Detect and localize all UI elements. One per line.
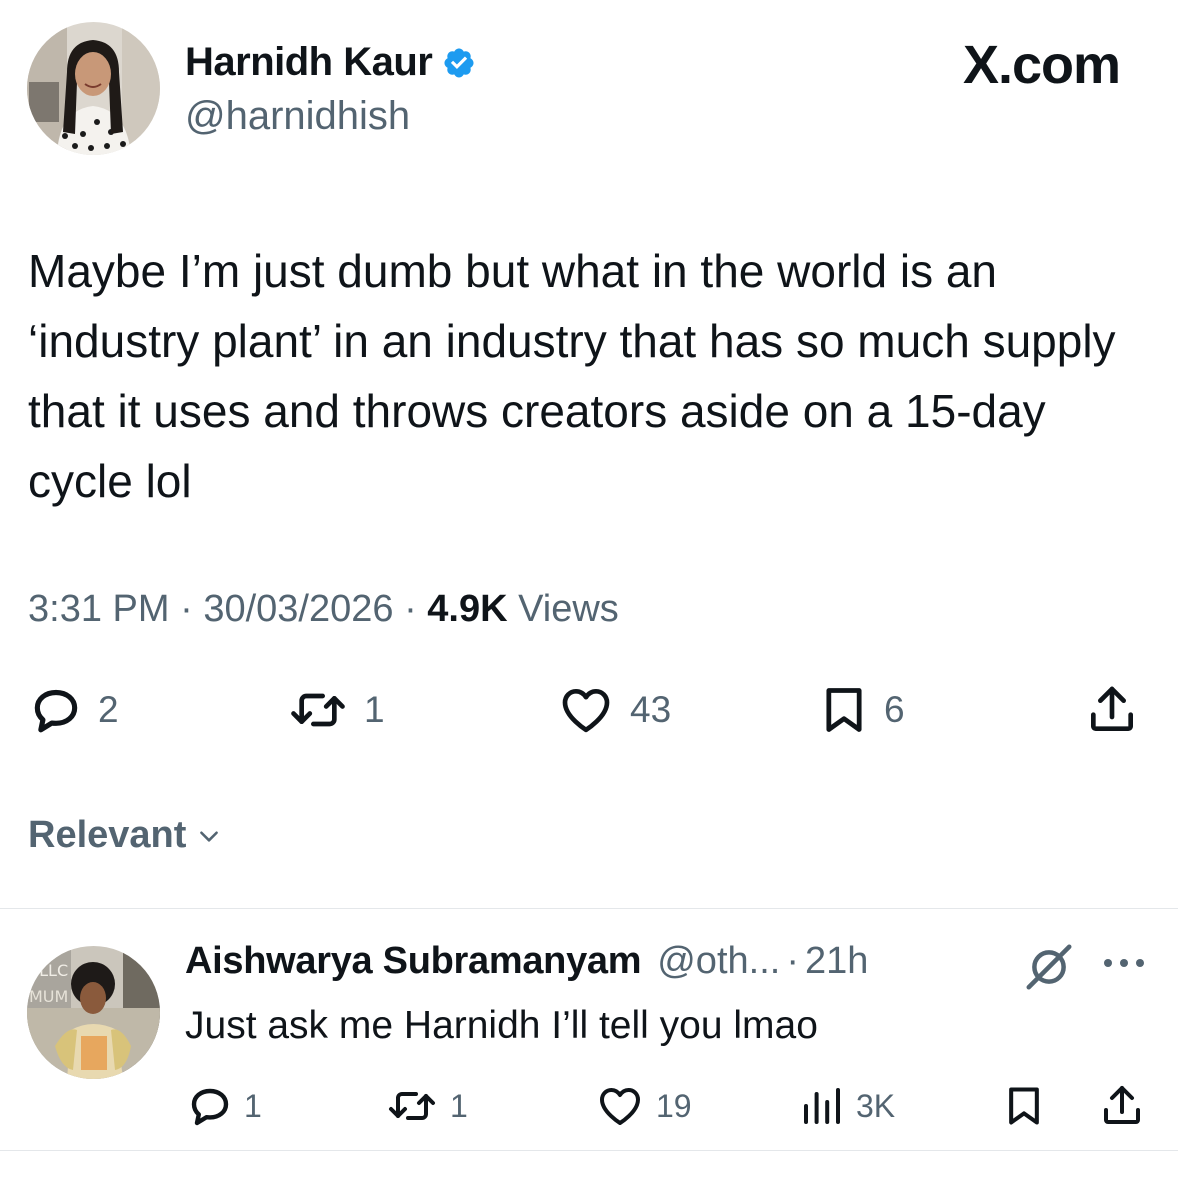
reply-author-avatar[interactable]: ELLC MUM — [27, 946, 160, 1079]
share-button[interactable] — [1084, 682, 1140, 738]
chevron-down-icon — [196, 823, 222, 849]
reply-author-name[interactable]: Aishwarya Subramanyam — [185, 940, 642, 983]
repost-icon — [291, 693, 345, 727]
repost-count: 1 — [364, 689, 385, 730]
brand-watermark: X.com — [962, 35, 1121, 95]
sort-label: Relevant — [28, 814, 187, 856]
heart-icon — [600, 1088, 640, 1125]
meta-separator: · — [404, 588, 417, 630]
author-name[interactable]: Harnidh Kaur — [185, 40, 476, 85]
tweet-text: Maybe I’m just dumb but what in the worl… — [28, 245, 1116, 507]
reply-author-handle[interactable]: @oth... — [657, 940, 780, 983]
bookmark-icon — [826, 688, 862, 732]
reply-text: Just ask me Harnidh I’ll tell you lmao — [185, 1004, 818, 1047]
reply-repost-button[interactable]: 1 — [384, 1082, 468, 1130]
reply-like-count: 19 — [656, 1087, 692, 1124]
bookmark-count: 6 — [884, 689, 905, 730]
like-count: 43 — [630, 689, 672, 730]
reply-views-count: 3K — [856, 1087, 896, 1124]
reply-reply-button[interactable]: 1 — [186, 1082, 262, 1130]
share-icon — [1104, 1086, 1140, 1124]
tweet-date[interactable]: 30/03/2026 — [203, 588, 393, 630]
svg-text:ELLC: ELLC — [29, 961, 68, 980]
repost-button[interactable]: 1 — [286, 682, 385, 738]
tweet-time[interactable]: 3:31 PM — [28, 588, 170, 630]
reply-icon — [34, 689, 78, 733]
bookmark-button[interactable]: 6 — [818, 682, 905, 738]
reply-icon — [191, 1088, 229, 1126]
reply-repost-count: 1 — [450, 1087, 468, 1124]
like-button[interactable]: 43 — [556, 682, 671, 738]
views-count: 4.9K — [427, 588, 508, 630]
bookmark-icon — [1009, 1087, 1039, 1125]
reply-separator: · — [786, 940, 799, 982]
reply-sort-selector[interactable]: Relevant — [28, 814, 222, 857]
meta-separator: · — [180, 588, 193, 630]
more-icon[interactable] — [1100, 948, 1148, 983]
reply-time[interactable]: 21h — [805, 940, 868, 983]
author-name-text: Harnidh Kaur — [185, 40, 433, 84]
reply-views-button[interactable]: 3K — [798, 1082, 895, 1130]
reply-like-button[interactable]: 19 — [594, 1082, 692, 1130]
verified-badge-icon — [442, 46, 476, 80]
divider — [0, 908, 1178, 909]
reply-button[interactable]: 2 — [28, 682, 119, 738]
reply-header: Aishwarya Subramanyam @oth... · 21h — [185, 940, 868, 983]
views-icon — [804, 1088, 840, 1124]
reply-share-button[interactable] — [1098, 1082, 1146, 1130]
reply-reply-count: 1 — [244, 1087, 262, 1124]
share-icon — [1091, 686, 1133, 731]
author-avatar[interactable] — [27, 22, 160, 155]
views-label: Views — [518, 588, 619, 630]
reply-bookmark-button[interactable] — [1002, 1082, 1046, 1130]
tweet-meta: 3:31 PM · 30/03/2026 · 4.9K Views — [28, 588, 619, 631]
reply-count: 2 — [98, 689, 119, 730]
repost-icon — [389, 1092, 435, 1120]
divider — [0, 1150, 1178, 1151]
svg-text:MUM: MUM — [29, 987, 68, 1006]
heart-icon — [562, 689, 610, 733]
author-handle[interactable]: @harnidhish — [185, 94, 410, 139]
grok-icon[interactable] — [1022, 940, 1076, 999]
